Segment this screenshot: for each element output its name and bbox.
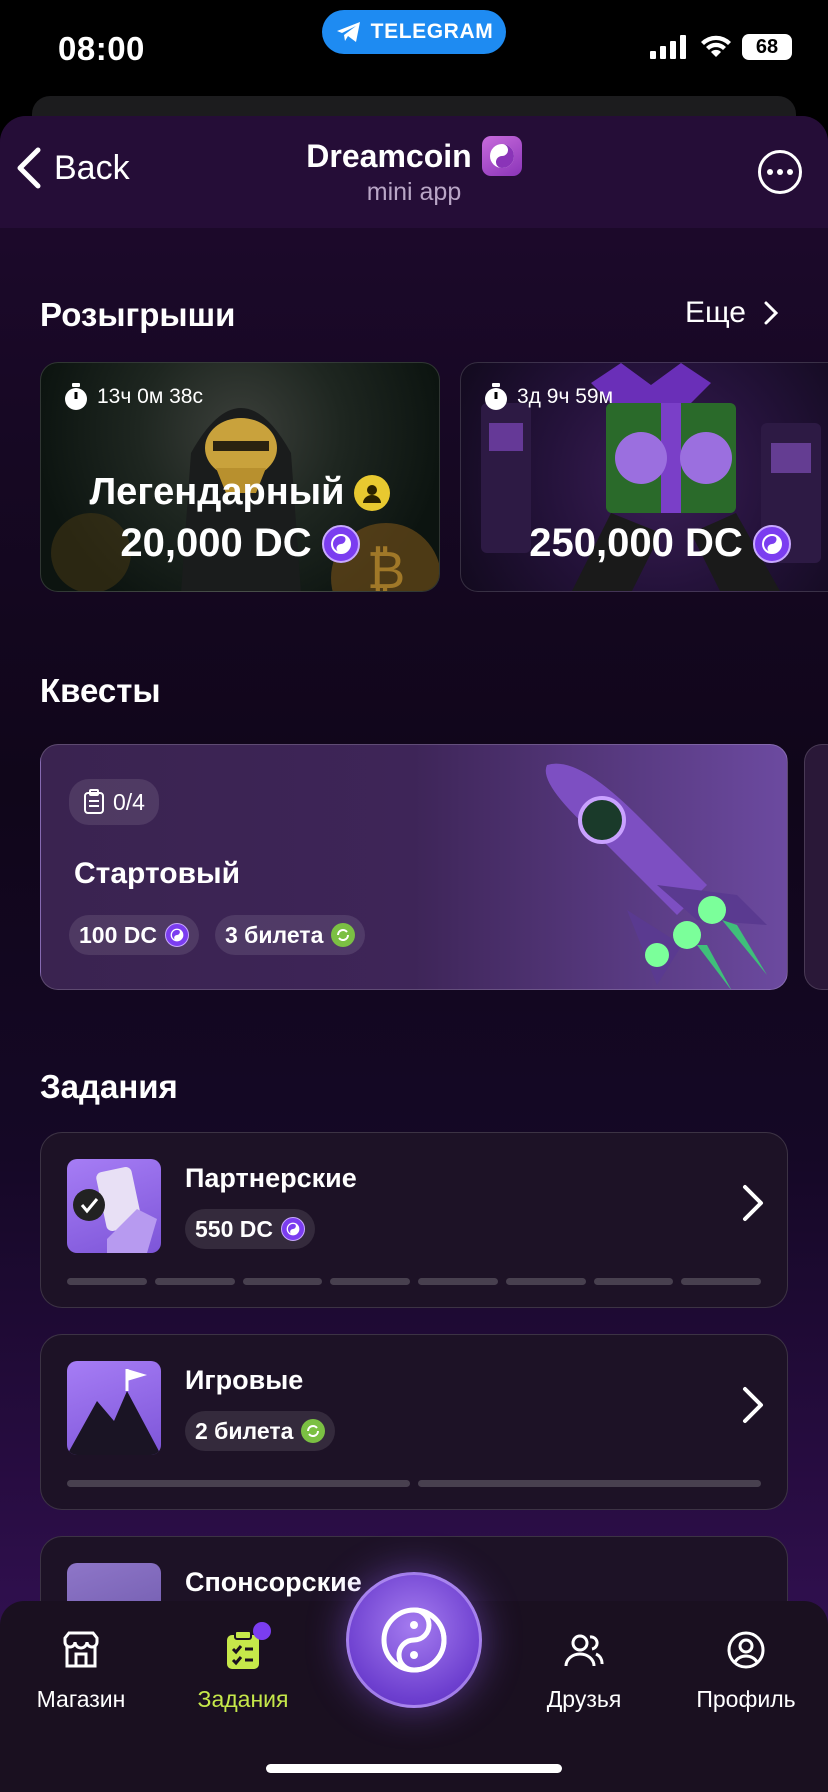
chevron-right-icon <box>743 1387 763 1423</box>
draw-card-grand[interactable]: 3д 9ч 59м 250,000 DC <box>460 362 828 592</box>
ticket-icon <box>301 1419 326 1443</box>
yin-yang-app-icon <box>481 136 522 176</box>
draw-timer-text: 13ч 0м 38с <box>97 385 203 408</box>
status-time: 08:00 <box>58 30 145 67</box>
quest-card-next[interactable] <box>804 744 828 990</box>
task-name: Партнерские <box>185 1163 357 1193</box>
task-reward-text: 550 DC <box>195 1215 273 1242</box>
draw-card-legendary[interactable]: ₿ 13ч 0м 38с Легендарный 20,000 DC <box>40 362 440 592</box>
quest-rewards: 100 DC 3 билета <box>69 915 366 955</box>
tab-profile-label: Профиль <box>696 1686 796 1712</box>
draw-prize-amount: 250,000 DC <box>529 521 743 565</box>
draws-more-link[interactable]: Еще <box>685 296 778 330</box>
stopwatch-icon <box>485 383 507 410</box>
app-title-block: Dreamcoin mini app <box>0 136 828 207</box>
draws-more-label: Еще <box>684 296 746 329</box>
ticket-icon <box>331 923 356 947</box>
quest-reward-dc-text: 100 DC <box>79 921 157 948</box>
telegram-pill[interactable]: TELEGRAM <box>322 10 506 54</box>
draw-title: Легендарный <box>41 471 439 514</box>
mini-app-container: Back Dreamcoin mini app Розыгрыши Еще ₿ <box>0 116 828 1792</box>
app-header: Back Dreamcoin mini app <box>0 116 828 228</box>
task-progress-segments <box>67 1480 761 1487</box>
tab-tasks-label: Задания <box>197 1686 289 1712</box>
task-card-partner[interactable]: Партнерские 550 DC <box>40 1132 788 1308</box>
center-dreamcoin-button[interactable] <box>346 1572 482 1708</box>
store-icon <box>63 1631 99 1668</box>
wifi-icon <box>701 35 731 57</box>
stopwatch-icon <box>65 383 87 410</box>
yin-yang-icon <box>381 1607 447 1673</box>
tab-tasks[interactable]: Задания <box>173 1622 313 1713</box>
chevron-right-icon <box>764 301 778 325</box>
tab-friends-label: Друзья <box>546 1686 622 1712</box>
tab-store-label: Магазин <box>36 1686 126 1712</box>
app-title: Dreamcoin <box>306 136 522 176</box>
draw-name: Легендарный <box>89 471 345 513</box>
draw-prize: 250,000 DC <box>461 521 828 566</box>
quest-reward-tickets: 3 билета <box>214 915 366 955</box>
task-reward: 550 DC <box>185 1209 315 1249</box>
tasks-section-title: Задания <box>40 1068 178 1105</box>
tab-friends[interactable]: Друзья <box>514 1626 654 1713</box>
dreamcoin-icon <box>164 923 189 947</box>
draw-prize: 20,000 DC <box>41 521 439 566</box>
quest-progress: 0/4 <box>69 779 159 825</box>
quest-reward-dc: 100 DC <box>69 915 199 955</box>
telegram-label: TELEGRAM <box>370 20 494 43</box>
task-progress-segments <box>67 1278 761 1285</box>
draw-timer: 13ч 0м 38с <box>63 383 203 411</box>
tasks-notification-dot <box>253 1622 271 1640</box>
task-card-games[interactable]: Игровые 2 билета <box>40 1334 788 1510</box>
tab-profile[interactable]: Профиль <box>676 1626 816 1713</box>
system-icons: 68 <box>650 34 792 60</box>
clipboard-icon <box>84 789 104 814</box>
home-indicator[interactable] <box>266 1764 562 1773</box>
battery-indicator: 68 <box>742 34 792 60</box>
status-bar: 08:00 TELEGRAM 68 <box>0 0 828 110</box>
tab-store[interactable]: Магазин <box>11 1626 151 1713</box>
task-reward: 2 билета <box>185 1411 336 1451</box>
user-badge-icon <box>354 474 391 511</box>
quest-name: Стартовый <box>74 857 241 890</box>
task-name: Игровые <box>185 1365 304 1395</box>
partner-task-image <box>67 1159 161 1253</box>
chevron-right-icon <box>743 1185 763 1221</box>
draw-prize-amount: 20,000 DC <box>120 521 312 565</box>
draw-timer-text: 3д 9ч 59м <box>517 385 614 408</box>
quest-progress-text: 0/4 <box>113 788 145 815</box>
friends-icon <box>564 1634 604 1667</box>
app-title-text: Dreamcoin <box>306 137 472 174</box>
quests-section-title: Квесты <box>40 672 161 709</box>
draw-timer: 3д 9ч 59м <box>483 383 613 411</box>
dreamcoin-icon <box>280 1217 305 1241</box>
signal-icon <box>650 35 686 59</box>
profile-icon <box>727 1631 765 1669</box>
quest-reward-tickets-text: 3 билета <box>224 921 324 948</box>
more-options-button[interactable] <box>758 150 802 194</box>
rocket-image <box>545 763 767 989</box>
telegram-icon <box>336 22 360 42</box>
app-subtitle: mini app <box>366 178 462 206</box>
draws-section-title: Розыгрыши <box>40 296 236 333</box>
dreamcoin-icon <box>321 524 360 563</box>
dreamcoin-icon <box>752 524 791 563</box>
quest-card-starter[interactable]: 0/4 Стартовый 100 DC 3 билета <box>40 744 788 990</box>
task-reward-text: 2 билета <box>195 1417 294 1444</box>
games-task-image <box>67 1361 161 1455</box>
task-name: Спонсорские <box>185 1567 362 1597</box>
